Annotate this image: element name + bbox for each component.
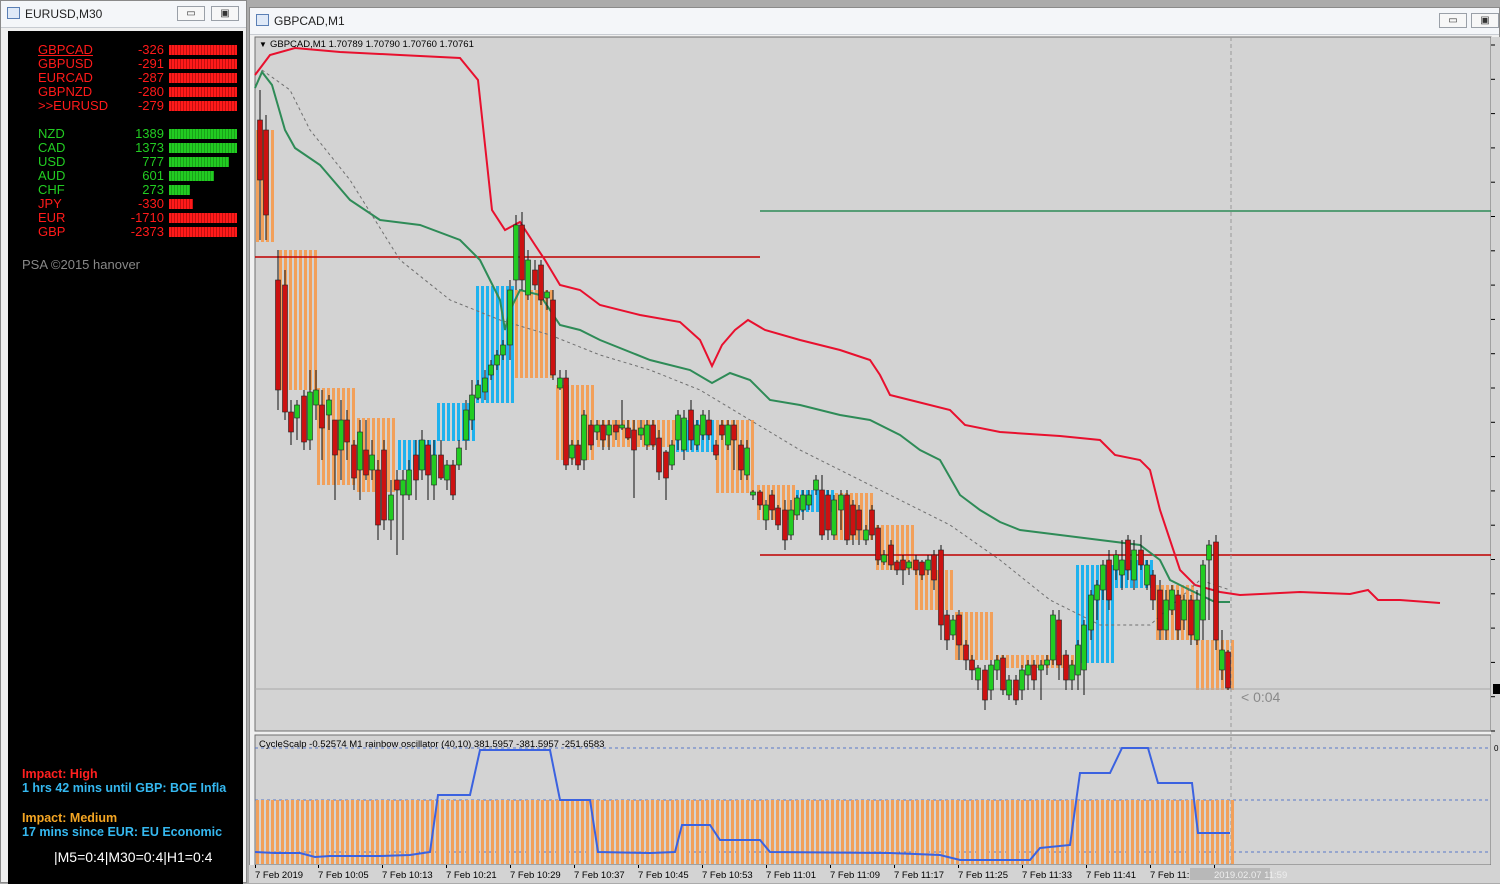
- currency-value: 601: [142, 168, 164, 183]
- pair-strength-bar: [169, 45, 237, 55]
- pair-strength-bar: [169, 59, 237, 69]
- currency-strength-bar: [169, 185, 190, 195]
- strength-panel: GBPCAD -326 GBPUSD -291 EURCAD -287 GBPNZD -280…: [8, 31, 243, 884]
- pair-row: GBPUSD -291: [38, 57, 238, 71]
- currency-row: JPY -330: [38, 197, 238, 211]
- window-title: GBPCAD,M1: [274, 14, 345, 28]
- restore-button[interactable]: ▣: [211, 6, 239, 21]
- currency-value: -330: [137, 196, 164, 211]
- pair-value: -280: [137, 84, 164, 99]
- eurusd-titlebar[interactable]: EURUSD,M30 ▭ ▣: [1, 1, 246, 28]
- currency-name: JPY: [38, 196, 62, 211]
- news-high-label: Impact: High: [22, 767, 98, 781]
- currency-strength-bar: [169, 129, 237, 139]
- pair-value: -291: [137, 56, 164, 71]
- currency-row: NZD 1389: [38, 127, 238, 141]
- currency-strength-list: NZD 1389 CAD 1373 USD 777 AUD 601 CHF 273 JPY -330 E…: [8, 127, 243, 247]
- currency-name: GBP: [38, 224, 66, 239]
- currency-strength-bar: [169, 157, 229, 167]
- pair-name: GBPNZD: [38, 84, 93, 99]
- restore-button[interactable]: ▣: [1471, 13, 1499, 28]
- pair-strength-bar: [169, 87, 237, 97]
- news-medium-label: Impact: Medium: [22, 811, 118, 825]
- eurusd-window[interactable]: EURUSD,M30 ▭ ▣ GBPCAD -326 GBPUSD -291 EURCA…: [0, 0, 247, 884]
- minimize-button[interactable]: ▭: [177, 6, 205, 21]
- pair-row: GBPCAD -326: [38, 43, 238, 57]
- gbpcad-window[interactable]: GBPCAD,M1 ▭ ▣: [249, 7, 1500, 883]
- currency-value: -1710: [130, 210, 164, 225]
- pair-row: GBPNZD -280: [38, 85, 238, 99]
- pair-row: EURCAD -287: [38, 71, 238, 85]
- pair-name: GBPUSD: [38, 56, 93, 71]
- copyright-text: PSA ©2015 hanover: [22, 257, 140, 272]
- currency-row: CAD 1373: [38, 141, 238, 155]
- pair-strength-bar: [169, 101, 237, 111]
- currency-strength-bar: [169, 171, 214, 181]
- pair-strength-list: GBPCAD -326 GBPUSD -291 EURCAD -287 GBPNZD -280…: [8, 43, 243, 123]
- window-title: EURUSD,M30: [25, 7, 103, 21]
- currency-strength-bar: [169, 143, 237, 153]
- currency-strength-bar: [169, 199, 193, 209]
- currency-value: 273: [142, 182, 164, 197]
- currency-value: 1373: [135, 140, 164, 155]
- pair-name: EURCAD: [38, 70, 93, 85]
- currency-row: CHF 273: [38, 183, 238, 197]
- news-medium-text: 17 mins since EUR: EU Economic: [22, 825, 223, 839]
- news-high-text: 1 hrs 42 mins until GBP: BOE Infla: [22, 781, 227, 795]
- pair-strength-bar: [169, 73, 237, 83]
- pair-row: >>EURUSD -279: [38, 99, 238, 113]
- currency-name: NZD: [38, 126, 65, 141]
- currency-name: USD: [38, 154, 66, 169]
- pair-name: GBPCAD: [38, 42, 93, 57]
- currency-name: AUD: [38, 168, 66, 183]
- currency-row: GBP -2373: [38, 225, 238, 239]
- pair-value: -287: [137, 70, 164, 85]
- minimize-button[interactable]: ▭: [1439, 13, 1467, 28]
- timeframe-status: |M5=0:4|M30=0:4|H1=0:4: [54, 849, 213, 865]
- currency-name: CHF: [38, 182, 65, 197]
- currency-name: EUR: [38, 210, 66, 225]
- currency-strength-bar: [169, 213, 237, 223]
- currency-row: USD 777: [38, 155, 238, 169]
- pair-value: -279: [137, 98, 164, 113]
- currency-row: EUR -1710: [38, 211, 238, 225]
- currency-row: AUD 601: [38, 169, 238, 183]
- chart-window-icon: [256, 14, 269, 26]
- currency-value: 1389: [135, 126, 164, 141]
- pair-value: -326: [137, 42, 164, 57]
- currency-value: -2373: [130, 224, 164, 239]
- currency-name: CAD: [38, 140, 66, 155]
- currency-strength-bar: [169, 227, 237, 237]
- chart-window-icon: [7, 7, 20, 19]
- currency-value: 777: [142, 154, 164, 169]
- gbpcad-titlebar[interactable]: GBPCAD,M1 ▭ ▣: [250, 8, 1499, 35]
